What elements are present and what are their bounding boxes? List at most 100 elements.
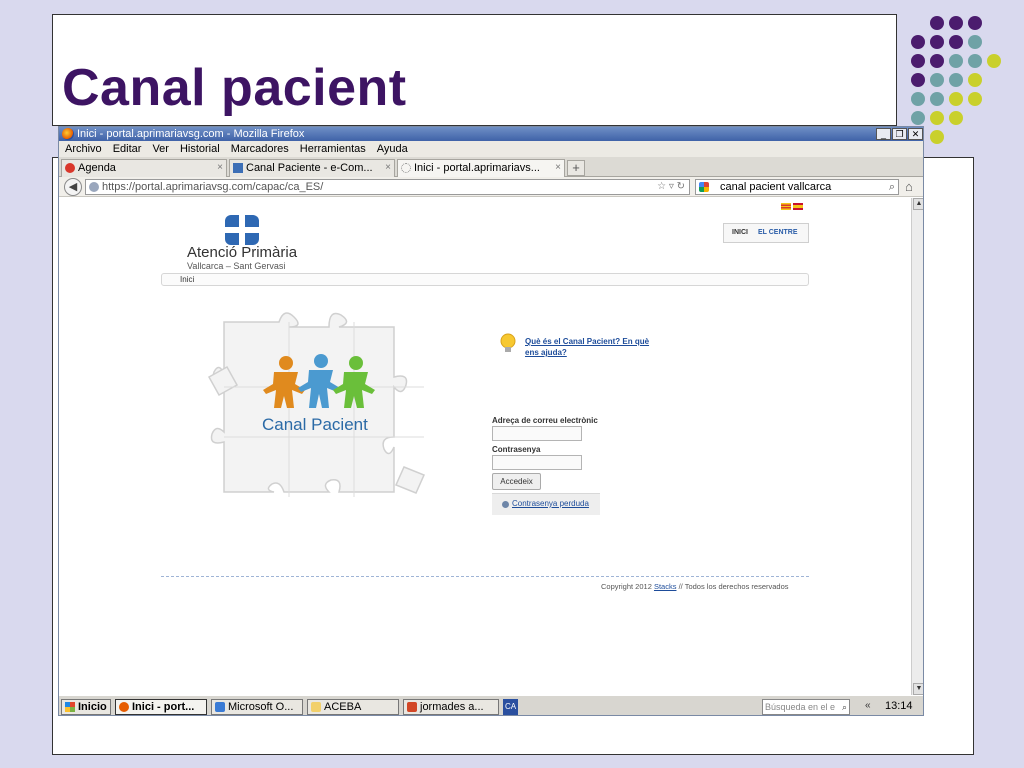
copyright: Copyright 2012 Stacks // Todos los derec… bbox=[601, 582, 789, 591]
tab-strip: Agenda × Canal Paciente - e-Com... × Ini… bbox=[59, 157, 923, 177]
tab-close-icon[interactable]: × bbox=[385, 160, 391, 176]
home-icon[interactable]: ⌂ bbox=[905, 179, 913, 194]
close-button[interactable]: ✕ bbox=[908, 128, 923, 140]
start-button[interactable]: Inicio bbox=[61, 699, 111, 715]
language-badge[interactable]: CA bbox=[503, 699, 518, 715]
slide-title: Canal pacient bbox=[62, 59, 407, 117]
password-field[interactable] bbox=[492, 455, 582, 470]
decorative-dot bbox=[968, 16, 982, 30]
decorative-dot bbox=[930, 16, 944, 30]
decorative-dot bbox=[930, 92, 944, 106]
breadcrumb: Inici bbox=[161, 273, 809, 286]
menu-herramientas[interactable]: Herramientas bbox=[300, 141, 366, 157]
password-label: Contrasenya bbox=[492, 445, 541, 454]
search-text: canal pacient vallcarca bbox=[720, 181, 832, 193]
tab-close-icon[interactable]: × bbox=[555, 160, 561, 176]
canal-pacient-logo-text: Canal Pacient bbox=[262, 415, 368, 434]
nav-inici[interactable]: INICI bbox=[732, 224, 748, 242]
back-button[interactable]: ◀ bbox=[64, 178, 82, 196]
footer-divider bbox=[161, 576, 809, 577]
email-field[interactable] bbox=[492, 426, 582, 441]
taskbar-search-input[interactable]: Búsqueda en el e ⌕ bbox=[762, 699, 850, 715]
vertical-scrollbar[interactable]: ▲ ▼ bbox=[911, 198, 923, 695]
calendar-icon bbox=[65, 163, 75, 173]
login-button[interactable]: Accedeix bbox=[492, 473, 541, 490]
new-tab-button[interactable]: + bbox=[567, 160, 585, 176]
decorative-dot bbox=[930, 35, 944, 49]
tab-agenda[interactable]: Agenda × bbox=[61, 159, 227, 177]
decorative-dot bbox=[949, 92, 963, 106]
decorative-dot bbox=[911, 111, 925, 125]
menu-bar: Archivo Editar Ver Historial Marcadores … bbox=[59, 141, 923, 157]
decorative-dot bbox=[930, 111, 944, 125]
page-icon bbox=[233, 163, 243, 173]
window-titlebar: Inici - portal.aprimariavsg.com - Mozill… bbox=[59, 127, 923, 141]
windows-taskbar: Inicio Inici - port... Microsoft O... AC… bbox=[59, 695, 923, 715]
restore-button[interactable]: ❐ bbox=[892, 128, 907, 140]
tab-inici[interactable]: Inici - portal.aprimariavs... × bbox=[397, 159, 565, 177]
site-identity-icon[interactable] bbox=[89, 182, 99, 192]
navigation-bar: ◀ https://portal.aprimariavsg.com/capac/… bbox=[59, 177, 923, 197]
taskbar-search-placeholder: Búsqueda en el e bbox=[765, 702, 836, 712]
decorative-dot bbox=[930, 54, 944, 68]
taskbar-label: jormades a... bbox=[420, 701, 484, 713]
decorative-dot bbox=[968, 92, 982, 106]
decorative-dot bbox=[911, 73, 925, 87]
taskbar-item-aceba[interactable]: ACEBA bbox=[307, 699, 399, 715]
search-icon[interactable]: ⌕ bbox=[889, 180, 895, 194]
taskbar-label: ACEBA bbox=[324, 701, 362, 713]
decorative-dot bbox=[911, 35, 925, 49]
loading-icon bbox=[401, 163, 411, 173]
lost-password-link[interactable]: Contrasenya perduda bbox=[512, 499, 589, 508]
spanish-flag-icon[interactable] bbox=[793, 203, 803, 210]
scroll-down-arrow-icon[interactable]: ▼ bbox=[913, 683, 923, 695]
powerpoint-icon bbox=[407, 702, 417, 712]
puzzle-illustration bbox=[207, 312, 426, 497]
decorative-dot bbox=[949, 54, 963, 68]
taskbar-item-firefox[interactable]: Inici - port... bbox=[115, 699, 207, 715]
menu-ver[interactable]: Ver bbox=[152, 141, 169, 157]
email-label: Adreça de correu electrònic bbox=[492, 416, 598, 425]
stacks-link[interactable]: Stacks bbox=[654, 582, 677, 591]
minimize-button[interactable]: _ bbox=[876, 128, 891, 140]
scroll-up-arrow-icon[interactable]: ▲ bbox=[913, 198, 923, 210]
menu-ayuda[interactable]: Ayuda bbox=[377, 141, 408, 157]
search-bar[interactable]: canal pacient vallcarca ⌕ bbox=[695, 179, 899, 195]
tab-label: Canal Paciente - e-Com... bbox=[246, 162, 373, 174]
language-flags bbox=[781, 203, 803, 210]
url-bar[interactable]: https://portal.aprimariavsg.com/capac/ca… bbox=[85, 179, 690, 195]
taskbar-label: Microsoft O... bbox=[228, 701, 294, 713]
bookmark-star-icon[interactable]: ☆ ▿ ↻ bbox=[657, 180, 685, 194]
nav-el-centre[interactable]: EL CENTRE bbox=[758, 224, 798, 242]
menu-archivo[interactable]: Archivo bbox=[65, 141, 102, 157]
browser-screenshot: Inici - portal.aprimariavsg.com - Mozill… bbox=[58, 126, 924, 716]
decorative-dot bbox=[949, 111, 963, 125]
copyright-suffix: // Todos los derechos reservados bbox=[678, 582, 789, 591]
google-icon[interactable] bbox=[699, 182, 709, 192]
menu-marcadores[interactable]: Marcadores bbox=[231, 141, 289, 157]
taskbar-item-outlook[interactable]: Microsoft O... bbox=[211, 699, 303, 715]
start-label: Inicio bbox=[78, 701, 107, 713]
tab-canal-paciente[interactable]: Canal Paciente - e-Com... × bbox=[229, 159, 395, 177]
taskbar-label: Inici - port... bbox=[132, 701, 195, 713]
key-icon bbox=[502, 501, 509, 508]
decorative-dot bbox=[968, 73, 982, 87]
search-icon[interactable]: ⌕ bbox=[842, 700, 847, 714]
decorative-dot bbox=[911, 54, 925, 68]
web-page: Atenció Primària Vallcarca – Sant Gervas… bbox=[59, 198, 911, 695]
lightbulb-icon bbox=[500, 333, 516, 352]
tab-label: Agenda bbox=[78, 162, 116, 174]
help-link[interactable]: Què és el Canal Pacient? En què ens ajud… bbox=[525, 336, 655, 358]
tab-close-icon[interactable]: × bbox=[217, 160, 223, 176]
logo-subtitle: Vallcarca – Sant Gervasi bbox=[187, 261, 286, 271]
decorative-dot bbox=[968, 35, 982, 49]
catalan-flag-icon[interactable] bbox=[781, 203, 791, 210]
taskbar-item-powerpoint[interactable]: jormades a... bbox=[403, 699, 499, 715]
menu-editar[interactable]: Editar bbox=[113, 141, 142, 157]
expand-tray-button[interactable]: « bbox=[865, 700, 871, 711]
decorative-dot bbox=[949, 16, 963, 30]
tab-label: Inici - portal.aprimariavs... bbox=[414, 162, 540, 174]
top-navigation: INICI EL CENTRE bbox=[723, 223, 809, 243]
decorative-dot bbox=[949, 35, 963, 49]
menu-historial[interactable]: Historial bbox=[180, 141, 220, 157]
